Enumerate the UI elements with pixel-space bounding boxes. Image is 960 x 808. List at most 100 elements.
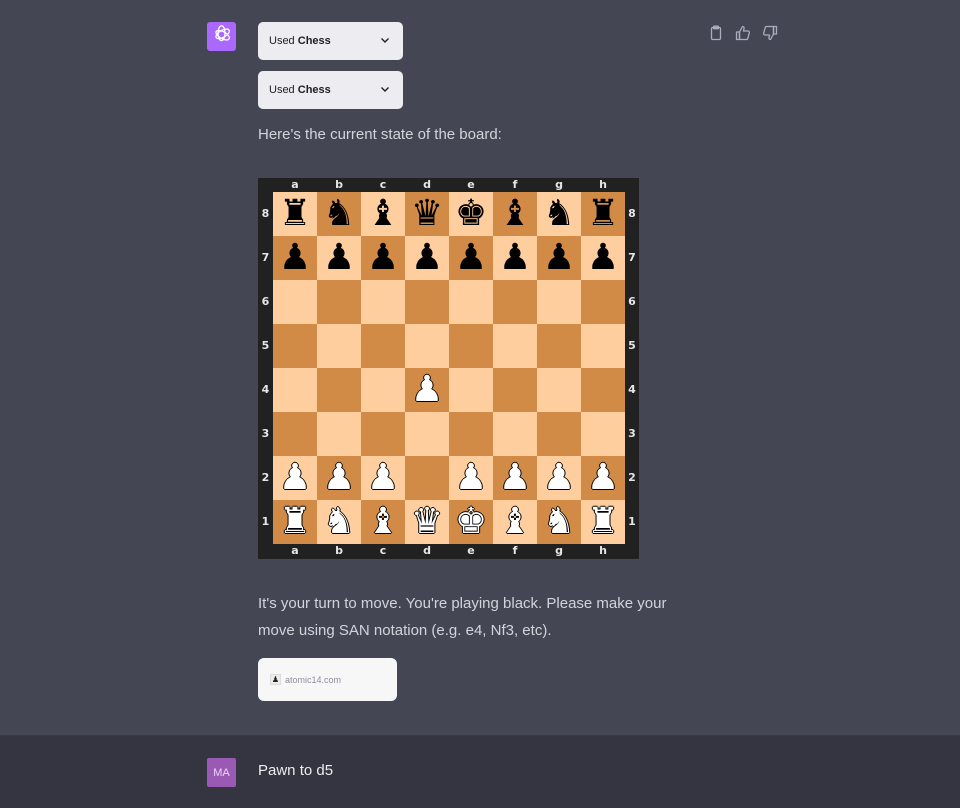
file-labels-top: a b c d e f g h: [273, 178, 625, 192]
square-b6: [317, 280, 361, 324]
square-c7: ♟: [361, 236, 405, 280]
rank-labels-right: 8 7 6 5 4 3 2 1: [625, 192, 639, 544]
turn-message: It's your turn to move. You're playing b…: [258, 595, 667, 639]
square-a6: [273, 280, 317, 324]
square-g5: [537, 324, 581, 368]
black-pawn-icon: ♟: [366, 237, 400, 278]
plugin-prefix: Used: [269, 35, 295, 47]
chevron-down-icon: [379, 34, 391, 49]
file-label: h: [599, 178, 607, 191]
square-a5: [273, 324, 317, 368]
square-c8: ♝: [361, 192, 405, 236]
square-e4: [449, 368, 493, 412]
chevron-down-icon: [379, 83, 391, 98]
file-label: d: [423, 178, 431, 191]
rank-label: 1: [261, 515, 270, 528]
square-c5: [361, 324, 405, 368]
rank-label: 5: [261, 339, 270, 352]
square-g4: [537, 368, 581, 412]
user-avatar: MA: [207, 758, 236, 787]
square-b7: ♟: [317, 236, 361, 280]
square-a4: [273, 368, 317, 412]
thumbs-up-icon[interactable]: [735, 25, 751, 41]
file-label: d: [423, 544, 431, 557]
square-d8: ♛: [405, 192, 449, 236]
rank-labels-left: 8 7 6 5 4 3 2 1: [258, 192, 273, 544]
white-pawn-icon: ♟: [498, 457, 532, 498]
plugin-name: Chess: [297, 84, 331, 96]
rank-label: 7: [261, 251, 270, 264]
square-a1: ♜: [273, 500, 317, 544]
black-queen-icon: ♛: [410, 193, 444, 234]
rank-label: 8: [628, 207, 636, 220]
white-pawn-icon: ♟: [410, 369, 444, 410]
white-pawn-icon: ♟: [322, 457, 356, 498]
square-g8: ♞: [537, 192, 581, 236]
file-label: f: [512, 544, 518, 557]
square-a8: ♜: [273, 192, 317, 236]
black-pawn-icon: ♟: [322, 237, 356, 278]
square-g2: ♟: [537, 456, 581, 500]
square-e5: [449, 324, 493, 368]
square-d5: [405, 324, 449, 368]
square-g7: ♟: [537, 236, 581, 280]
file-label: h: [599, 544, 607, 557]
plugin-used-chess-dropdown[interactable]: Used Chess: [258, 22, 403, 60]
square-d4: ♟: [405, 368, 449, 412]
black-pawn-icon: ♟: [498, 237, 532, 278]
white-knight-icon: ♞: [322, 501, 356, 542]
white-pawn-icon: ♟: [454, 457, 488, 498]
rank-label: 2: [628, 471, 636, 484]
rank-label: 2: [261, 471, 270, 484]
white-rook-icon: ♜: [586, 501, 620, 542]
message-actions: [708, 25, 778, 41]
square-b2: ♟: [317, 456, 361, 500]
assistant-avatar: [207, 22, 236, 51]
black-pawn-icon: ♟: [278, 237, 312, 278]
rank-label: 7: [628, 251, 636, 264]
square-f5: [493, 324, 537, 368]
user-message-text: Pawn to d5: [258, 762, 334, 779]
plugin-prefix: Used: [269, 84, 295, 96]
source-link-card[interactable]: ♟ atomic14.com: [258, 658, 397, 701]
square-f7: ♟: [493, 236, 537, 280]
rank-label: 8: [261, 207, 270, 220]
square-h6: [581, 280, 625, 324]
black-knight-icon: ♞: [542, 193, 576, 234]
white-rook-icon: ♜: [278, 501, 312, 542]
rank-label: 1: [628, 515, 636, 528]
file-label: c: [379, 544, 387, 557]
file-label: g: [555, 178, 563, 191]
square-h1: ♜: [581, 500, 625, 544]
square-b1: ♞: [317, 500, 361, 544]
black-king-icon: ♚: [454, 193, 488, 234]
square-h7: ♟: [581, 236, 625, 280]
clipboard-icon[interactable]: [708, 25, 724, 41]
file-label: e: [467, 544, 475, 557]
square-h5: [581, 324, 625, 368]
square-f1: ♝: [493, 500, 537, 544]
square-h4: [581, 368, 625, 412]
black-pawn-icon: ♟: [454, 237, 488, 278]
square-d7: ♟: [405, 236, 449, 280]
square-g6: [537, 280, 581, 324]
thumbs-down-icon[interactable]: [762, 25, 778, 41]
black-pawn-icon: ♟: [542, 237, 576, 278]
square-h2: ♟: [581, 456, 625, 500]
white-pawn-icon: ♟: [366, 457, 400, 498]
square-d2: [405, 456, 449, 500]
black-pawn-icon: ♟: [410, 237, 444, 278]
black-pawn-icon: ♟: [586, 237, 620, 278]
square-b8: ♞: [317, 192, 361, 236]
square-h3: [581, 412, 625, 456]
plugin-used-chess-dropdown[interactable]: Used Chess: [258, 71, 403, 109]
file-label: a: [291, 544, 299, 557]
board-intro-text: Here's the current state of the board:: [258, 126, 502, 143]
square-c4: [361, 368, 405, 412]
file-label: b: [335, 544, 343, 557]
white-bishop-icon: ♝: [498, 501, 532, 542]
square-f4: [493, 368, 537, 412]
square-e6: [449, 280, 493, 324]
file-label: a: [291, 178, 299, 191]
square-c2: ♟: [361, 456, 405, 500]
